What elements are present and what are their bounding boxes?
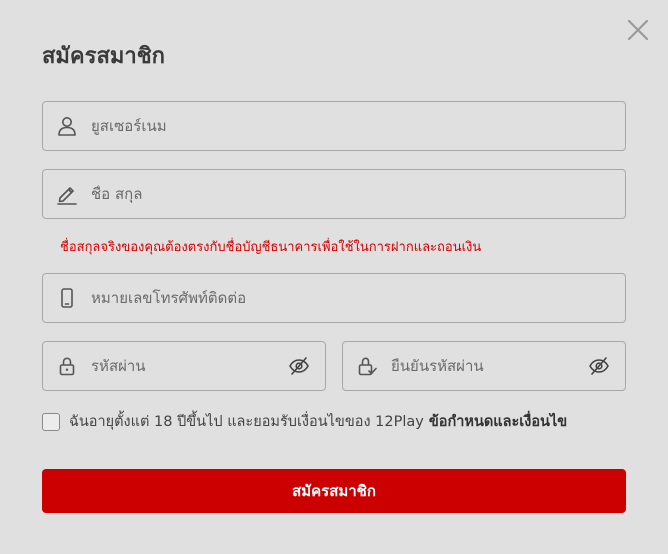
confirm-password-field[interactable] xyxy=(342,341,626,391)
confirm-password-input[interactable] xyxy=(391,357,581,375)
terms-link[interactable]: ข้อกำหนดและเงื่อนไข xyxy=(429,410,567,433)
fullname-input[interactable] xyxy=(91,185,625,203)
pen-icon xyxy=(55,182,79,206)
password-input[interactable] xyxy=(91,357,281,375)
eye-off-icon xyxy=(589,357,609,375)
fullname-field[interactable] xyxy=(42,169,626,219)
terms-text: ฉันอายุตั้งแต่ 18 ปีขึ้นไป และยอมรับเงื่… xyxy=(69,414,424,430)
phone-icon xyxy=(55,286,79,310)
username-input[interactable] xyxy=(91,117,625,135)
password-field[interactable] xyxy=(42,341,326,391)
page-title: สมัครสมาชิก xyxy=(42,44,165,69)
name-hint: ชื่อสกุลจริงของคุณต้องตรงกับชื่อบัญชีธนา… xyxy=(60,240,482,255)
phone-input[interactable] xyxy=(91,289,625,307)
user-icon xyxy=(55,114,79,138)
age-terms-checkbox[interactable] xyxy=(42,412,60,431)
toggle-password-visibility[interactable] xyxy=(287,354,311,378)
terms-row: ฉันอายุตั้งแต่ 18 ปีขึ้นไป และยอมรับเงื่… xyxy=(42,410,567,433)
toggle-confirm-password-visibility[interactable] xyxy=(587,354,611,378)
eye-off-icon xyxy=(289,357,309,375)
username-field[interactable] xyxy=(42,101,626,151)
lock-check-icon xyxy=(355,354,379,378)
lock-icon xyxy=(55,354,79,378)
register-button[interactable]: สมัครสมาชิก xyxy=(42,469,626,513)
close-button[interactable] xyxy=(624,16,652,44)
close-icon xyxy=(627,19,649,41)
phone-field[interactable] xyxy=(42,273,626,323)
